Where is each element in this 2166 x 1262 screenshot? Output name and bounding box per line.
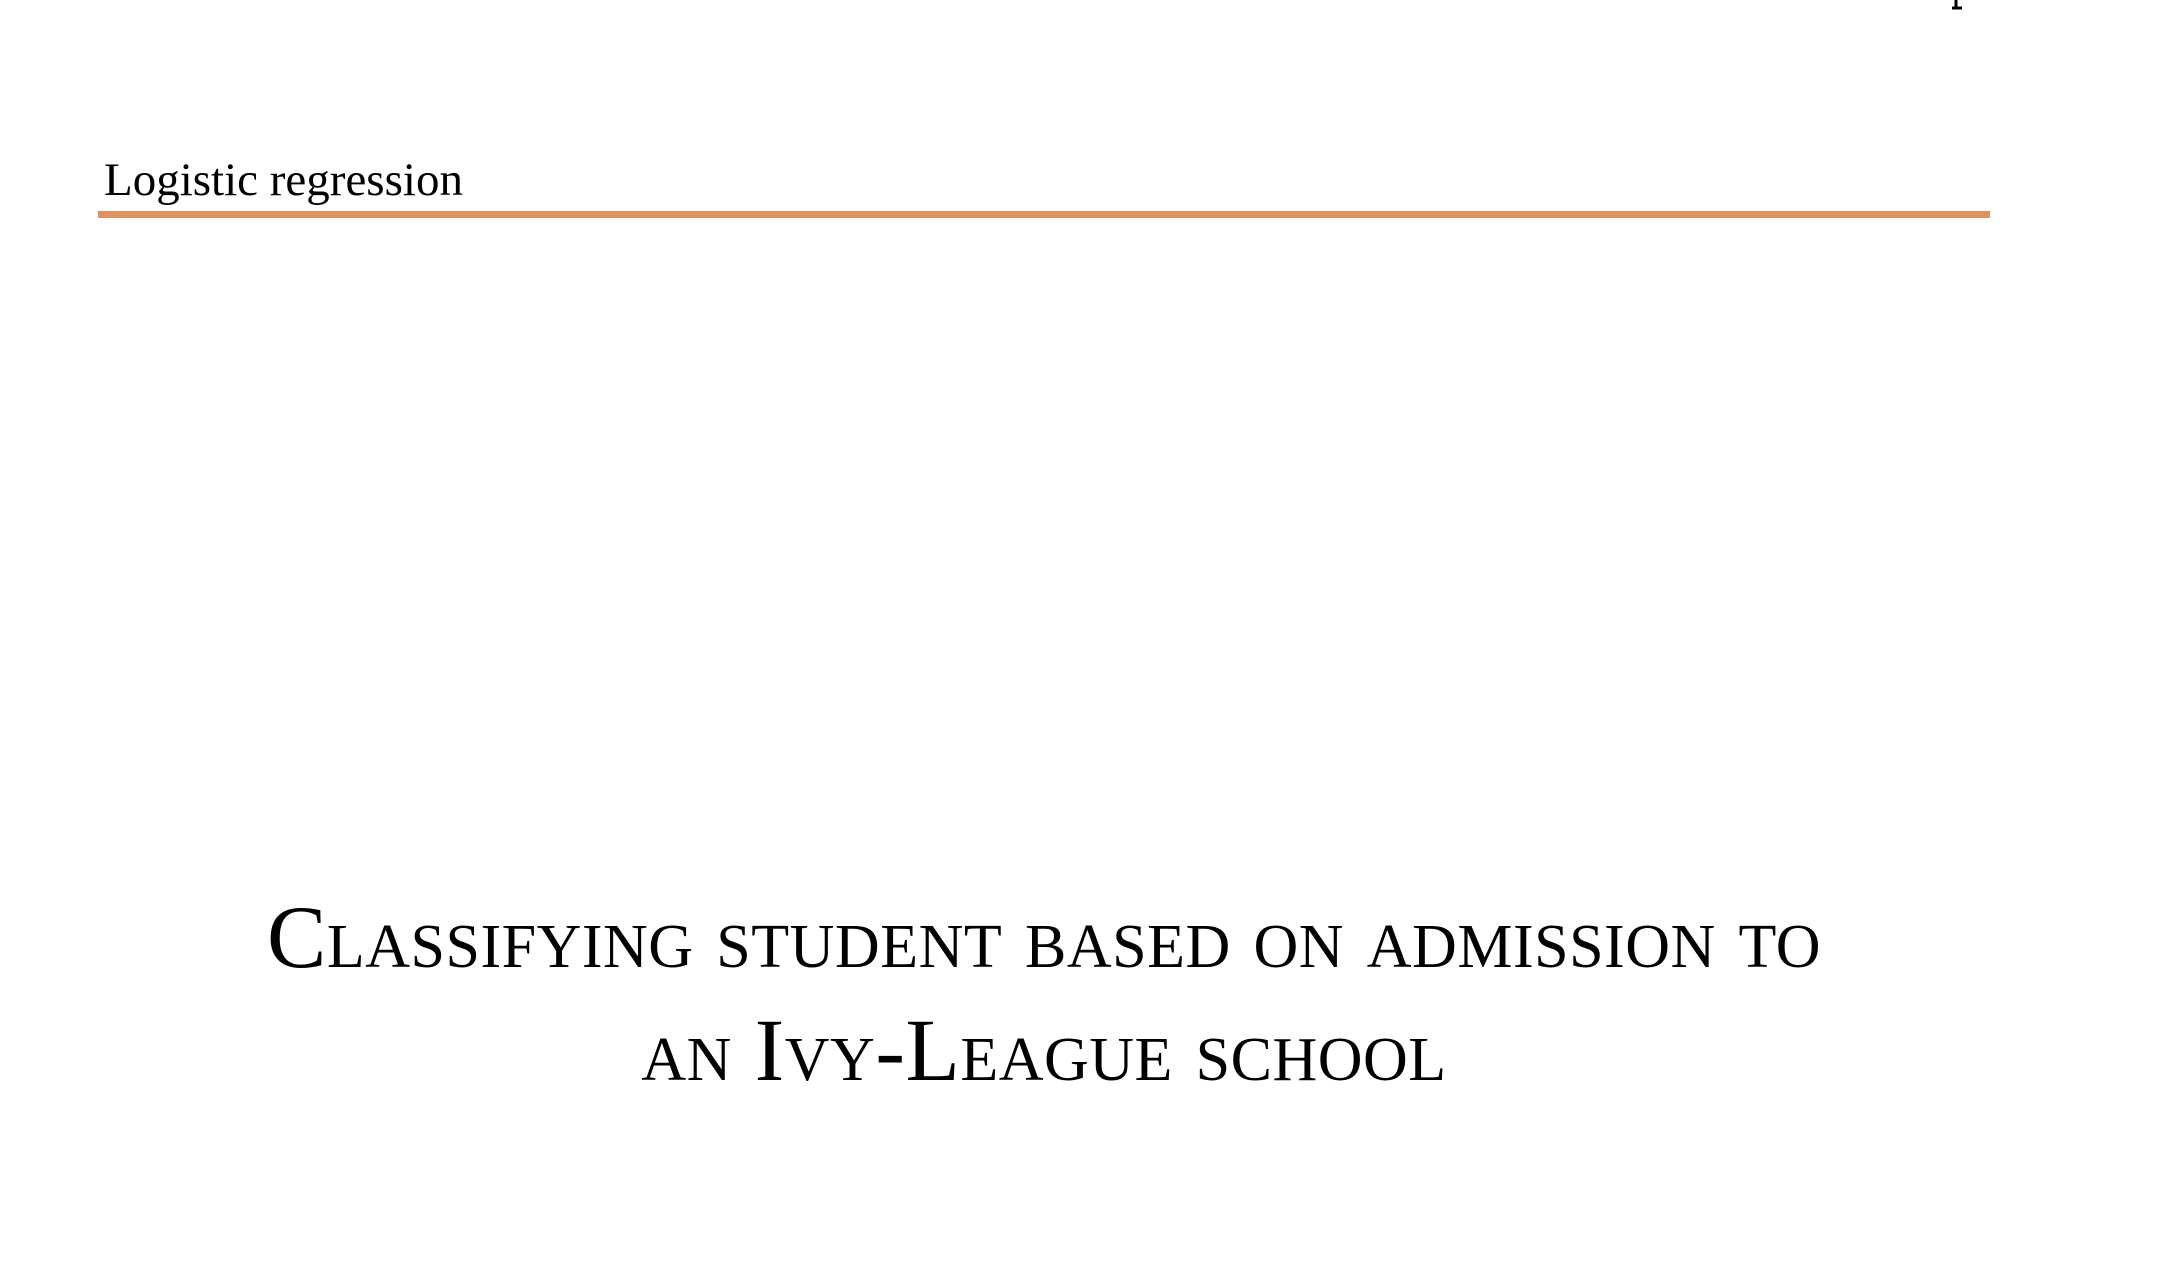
title-line-2: an Ivy-League school	[641, 1002, 1447, 1100]
document-title: Classifying student based on admission t…	[98, 882, 1990, 1108]
header-rule	[98, 211, 1990, 218]
running-header: Logistic regression	[104, 154, 463, 206]
document-page: Logistic regression Classifying student …	[0, 0, 2166, 1262]
title-line-1: Classifying student based on admission t…	[266, 889, 1822, 987]
page-number-fragment	[1948, 0, 1984, 10]
